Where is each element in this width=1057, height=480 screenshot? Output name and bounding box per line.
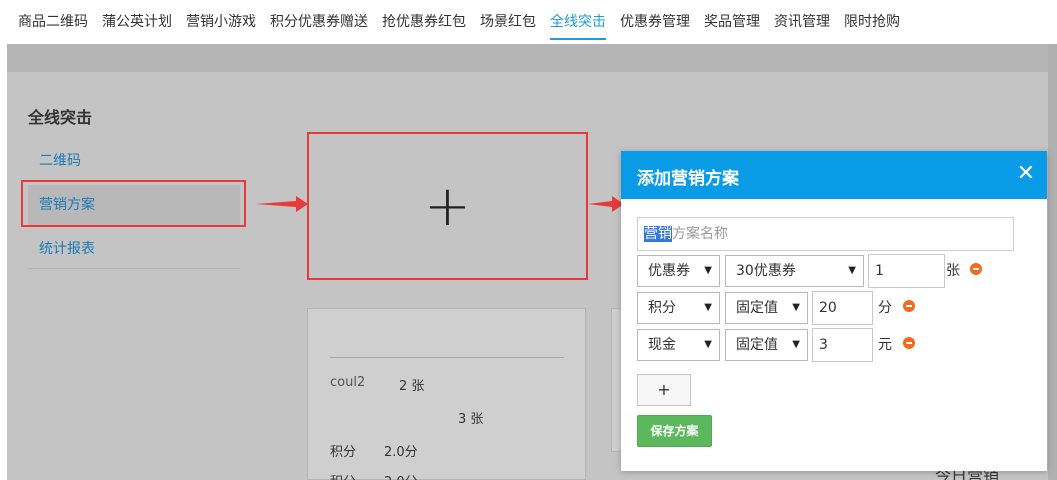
- add-plan-button[interactable]: +: [311, 135, 584, 277]
- caret-down-icon: ▼: [704, 339, 712, 350]
- add-marketing-plan-modal: 添加营销方案 ✕ 营销方案名称 优惠券 ▼ 30优惠券 ▼ 1 张 积分 ▼ 固…: [621, 151, 1047, 471]
- close-icon[interactable]: ✕: [1017, 162, 1035, 186]
- nav-item-scene-redpacket[interactable]: 场景红包: [480, 0, 536, 44]
- card-line4-value: 2.0分: [384, 471, 418, 480]
- modal-header: 添加营销方案 ✕: [621, 151, 1047, 199]
- caret-down-icon: ▼: [792, 302, 800, 313]
- quantity-input-3[interactable]: 3: [812, 328, 873, 362]
- quantity-input-1[interactable]: 1: [868, 254, 945, 288]
- sidebar-item-qrcode[interactable]: 二维码: [28, 141, 240, 181]
- save-plan-button[interactable]: 保存方案: [637, 415, 712, 447]
- card-line3-value: 2.0分: [384, 445, 418, 460]
- nav-item-news-management[interactable]: 资讯管理: [774, 0, 830, 44]
- unit-label-3: 元: [878, 337, 892, 353]
- unit-label-1: 张: [946, 263, 960, 279]
- plan-name-placeholder: 方案名称: [672, 226, 728, 242]
- card-line4-label: 积分: [330, 471, 356, 480]
- sidebar-item-statistics[interactable]: 统计报表: [28, 229, 240, 269]
- select-value: 30优惠券: [736, 263, 796, 279]
- arrow-right-icon: [256, 196, 308, 212]
- caret-down-icon: ▼: [704, 302, 712, 313]
- nav-item-marketing-games[interactable]: 营销小游戏: [186, 0, 256, 44]
- add-row-button[interactable]: +: [637, 374, 691, 406]
- sidebar-divider: [28, 268, 240, 269]
- selected-text: 营销: [644, 226, 672, 242]
- nav-item-product-qrcode[interactable]: 商品二维码: [18, 0, 88, 44]
- nav-item-coupon-redpacket[interactable]: 抢优惠券红包: [382, 0, 466, 44]
- remove-icon[interactable]: [970, 263, 982, 275]
- select-value: 固定值: [736, 300, 778, 316]
- plus-icon: +: [424, 173, 471, 239]
- card-divider: [330, 357, 564, 358]
- caret-down-icon: ▼: [848, 265, 856, 276]
- caret-down-icon: ▼: [792, 339, 800, 350]
- nav-item-coupon-management[interactable]: 优惠券管理: [620, 0, 690, 44]
- value-mode-select-2[interactable]: 固定值 ▼: [725, 292, 808, 324]
- card-line3-label: 积分: [330, 445, 357, 460]
- section-title: 全线突击: [28, 108, 93, 127]
- card-line1-value: 2 张: [399, 379, 425, 394]
- reward-type-select-3[interactable]: 现金 ▼: [637, 329, 720, 361]
- select-value: 积分: [648, 300, 676, 316]
- caret-down-icon: ▼: [704, 265, 712, 276]
- coupon-select-1[interactable]: 30优惠券 ▼: [725, 255, 864, 287]
- remove-icon[interactable]: [903, 300, 915, 312]
- remove-icon[interactable]: [903, 337, 915, 349]
- nav-item-prize-management[interactable]: 奖品管理: [704, 0, 760, 44]
- select-value: 现金: [648, 337, 676, 353]
- modal-title: 添加营销方案: [637, 169, 739, 189]
- plan-name-input[interactable]: 营销方案名称: [637, 217, 1014, 251]
- plan-card[interactable]: coul2 2 张 3 张 积分 2.0分 积分 2.0分: [307, 308, 586, 480]
- value-mode-select-3[interactable]: 固定值 ▼: [725, 329, 808, 361]
- nav-item-flash-sale[interactable]: 限时抢购: [844, 0, 900, 44]
- nav-item-full-assault[interactable]: 全线突击: [550, 0, 606, 44]
- quantity-input-2[interactable]: 20: [812, 291, 873, 325]
- top-navigation: 商品二维码 蒲公英计划 营销小游戏 积分优惠券赠送 抢优惠券红包 场景红包 全线…: [0, 0, 1057, 44]
- card-line2-value: 3 张: [458, 412, 484, 427]
- reward-type-select-1[interactable]: 优惠券 ▼: [637, 255, 720, 287]
- arrow-right-icon: [588, 196, 624, 212]
- unit-label-2: 分: [878, 300, 892, 316]
- card-line1-label: coul2: [330, 375, 366, 390]
- page-header-band: [7, 44, 1057, 72]
- nav-item-dandelion-plan[interactable]: 蒲公英计划: [102, 0, 172, 44]
- highlight-box-marketing-plan: [21, 180, 246, 227]
- scrollbar[interactable]: [1048, 44, 1057, 480]
- reward-type-select-2[interactable]: 积分 ▼: [637, 292, 720, 324]
- nav-item-points-coupon-gift[interactable]: 积分优惠券赠送: [270, 0, 368, 44]
- select-value: 固定值: [736, 337, 778, 353]
- select-value: 优惠券: [648, 263, 690, 279]
